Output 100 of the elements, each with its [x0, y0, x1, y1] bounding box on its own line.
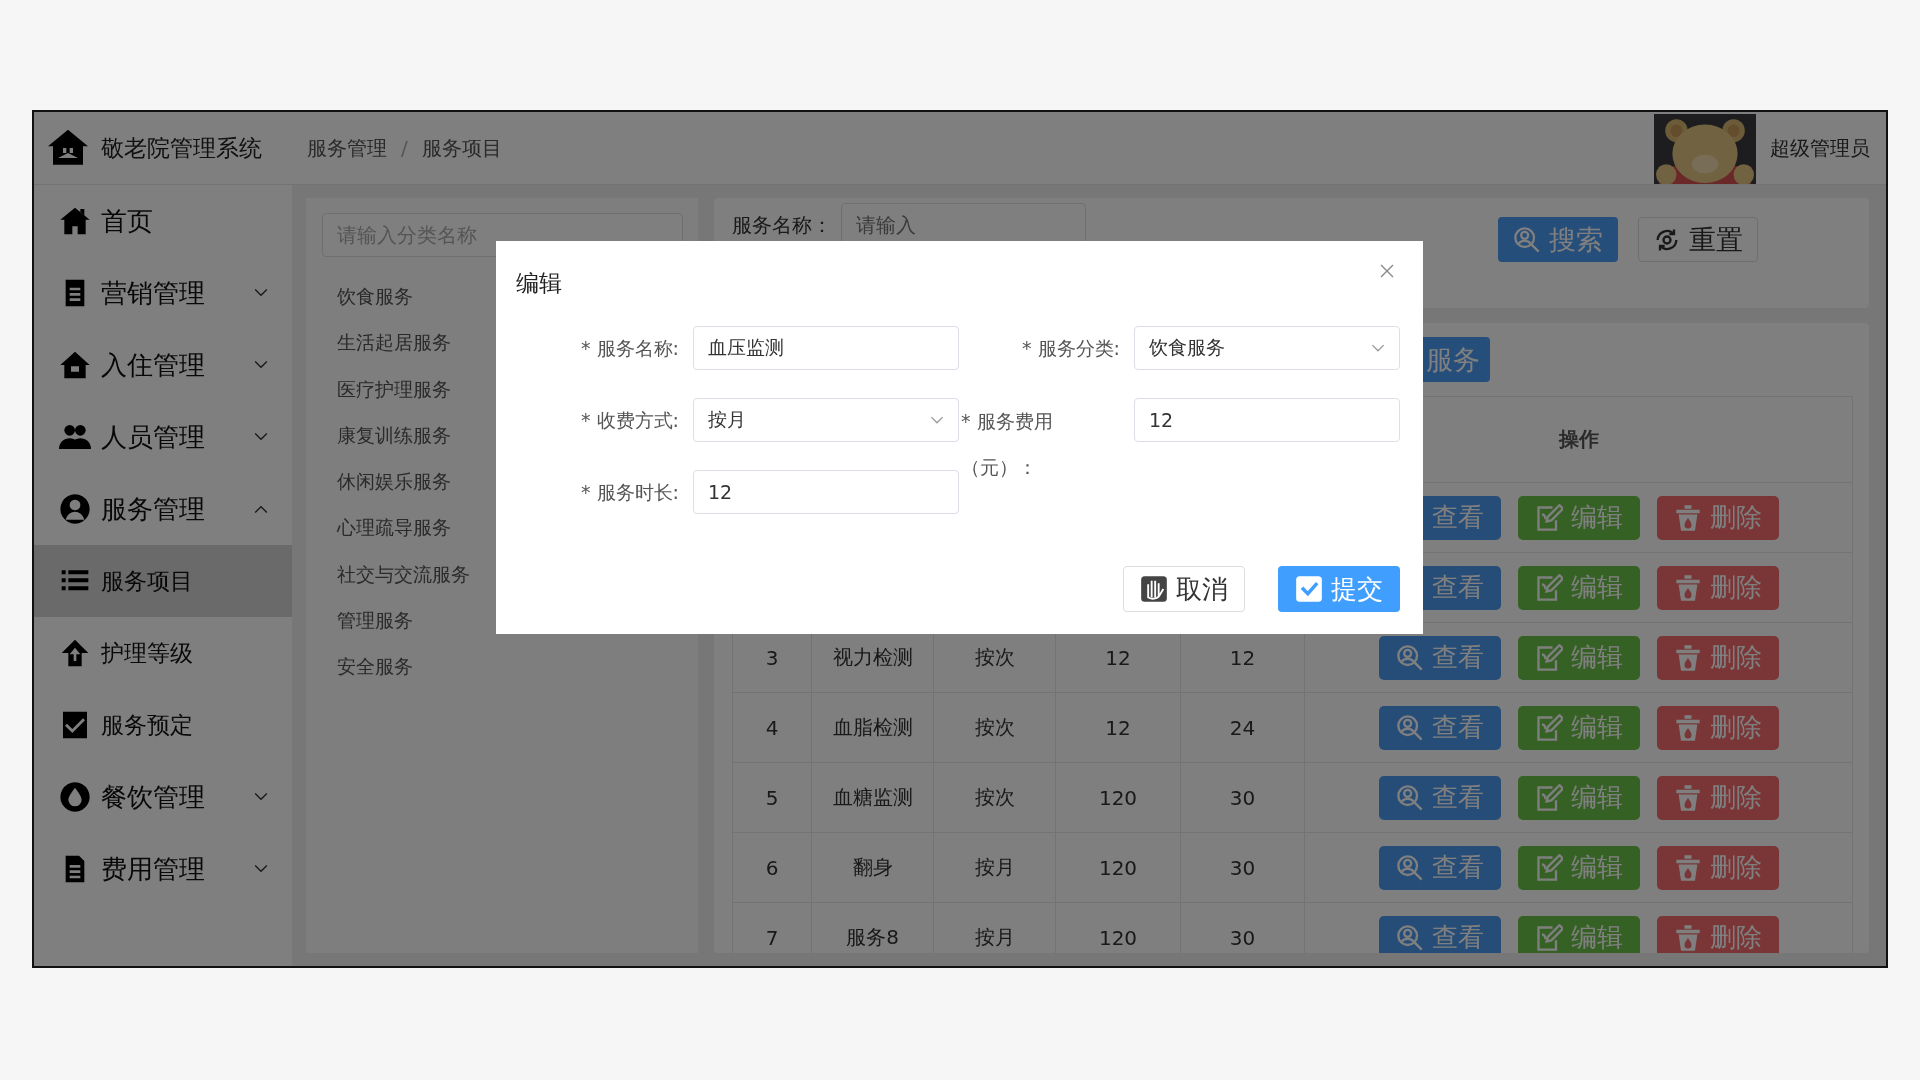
- delete-button[interactable]: 删除: [1656, 845, 1779, 890]
- chevron-down-icon: [1371, 343, 1385, 353]
- view-button[interactable]: 查看: [1378, 775, 1501, 820]
- table-cell: 5: [733, 763, 812, 832]
- user-name[interactable]: 超级管理员: [1770, 134, 1870, 162]
- input-field[interactable]: 血压监测: [693, 326, 959, 370]
- search-icon: [1395, 713, 1424, 742]
- table-cell: 120: [1056, 833, 1181, 902]
- view-button[interactable]: 查看: [1378, 705, 1501, 750]
- house-icon: [59, 349, 91, 381]
- table-cell: 24: [1181, 693, 1305, 762]
- sidebar-item[interactable]: 入住管理: [34, 329, 292, 401]
- field-label: * 收费方式:: [580, 408, 680, 433]
- table-cell: 4: [733, 693, 812, 762]
- trash-icon: [1673, 923, 1702, 952]
- edit-button[interactable]: 编辑: [1517, 705, 1640, 750]
- table-cell: 120: [1056, 763, 1181, 832]
- sidebar-item[interactable]: 营销管理: [34, 257, 292, 329]
- table-cell: 120: [1056, 903, 1181, 953]
- trash-icon: [1673, 713, 1702, 742]
- category-item[interactable]: 安全服务: [337, 643, 682, 690]
- table-cell: 服务8: [812, 903, 934, 953]
- cancel-button[interactable]: 取消: [1123, 566, 1245, 612]
- search-icon: [1395, 643, 1424, 672]
- edit-icon: [1534, 503, 1563, 532]
- sidebar-subitem[interactable]: 服务预定: [34, 689, 292, 761]
- input-field[interactable]: 12: [693, 470, 959, 514]
- sidebar-item[interactable]: 服务管理: [34, 473, 292, 545]
- search-icon: [1395, 923, 1424, 952]
- edit-icon: [1534, 923, 1563, 952]
- edit-icon: [1534, 573, 1563, 602]
- breadcrumb-link[interactable]: 服务管理: [307, 134, 387, 162]
- table-cell: 按月: [934, 833, 1056, 902]
- drop-icon: [59, 781, 91, 813]
- search-label: 服务名称：: [732, 212, 833, 239]
- edit-icon: [1534, 853, 1563, 882]
- search-button[interactable]: 搜索: [1498, 217, 1618, 262]
- trash-icon: [1673, 643, 1702, 672]
- input-field[interactable]: 12: [1134, 398, 1400, 442]
- view-button[interactable]: 查看: [1378, 635, 1501, 680]
- table-cell: 按月: [934, 903, 1056, 953]
- trash-icon: [1673, 853, 1702, 882]
- table-cell: 12: [1056, 693, 1181, 762]
- table-cell: 翻身: [812, 833, 934, 902]
- chevron-down-icon: [930, 415, 944, 425]
- edit-icon: [1534, 713, 1563, 742]
- breadcrumb-separator: /: [401, 136, 408, 160]
- field-label: * 服务分类:: [1021, 336, 1121, 361]
- select-field[interactable]: 按月: [693, 398, 959, 442]
- app-title: 敬老院管理系统: [101, 133, 262, 163]
- column-header: 操作: [1557, 426, 1600, 453]
- close-icon[interactable]: [1379, 262, 1395, 279]
- field-label: * 服务名称:: [580, 336, 680, 361]
- hand-icon: [1140, 575, 1168, 603]
- edit-button[interactable]: 编辑: [1517, 635, 1640, 680]
- view-button[interactable]: 查看: [1378, 915, 1501, 953]
- sidebar-item[interactable]: 费用管理: [34, 833, 292, 905]
- home-icon: [59, 205, 91, 237]
- delete-button[interactable]: 删除: [1656, 495, 1779, 540]
- select-field[interactable]: 饮食服务: [1134, 326, 1400, 370]
- delete-button[interactable]: 删除: [1656, 565, 1779, 610]
- sidebar-subitem[interactable]: 护理等级: [34, 617, 292, 689]
- edit-button[interactable]: 编辑: [1517, 775, 1640, 820]
- view-button[interactable]: 查看: [1378, 845, 1501, 890]
- edit-button[interactable]: 编辑: [1517, 845, 1640, 890]
- table-cell: 血脂检测: [812, 693, 934, 762]
- field-label: * 服务时长:: [580, 480, 680, 505]
- table-cell: 6: [733, 833, 812, 902]
- table-cell: 按次: [934, 693, 1056, 762]
- search-icon: [1395, 783, 1424, 812]
- field-label: * 服务费用（元）：: [960, 409, 1054, 480]
- submit-button[interactable]: 提交: [1278, 566, 1400, 612]
- edit-button[interactable]: 编辑: [1517, 565, 1640, 610]
- sidebar-item[interactable]: 餐饮管理: [34, 761, 292, 833]
- edit-button[interactable]: 编辑: [1517, 495, 1640, 540]
- search-icon: [1513, 225, 1541, 254]
- delete-button[interactable]: 删除: [1656, 775, 1779, 820]
- delete-button[interactable]: 删除: [1656, 915, 1779, 953]
- table-cell: 30: [1181, 763, 1305, 832]
- trash-icon: [1673, 503, 1702, 532]
- dialog-title: 编辑: [516, 268, 562, 298]
- check-icon: [1295, 575, 1323, 603]
- person-icon: [59, 493, 91, 525]
- delete-button[interactable]: 删除: [1656, 635, 1779, 680]
- edit-button[interactable]: 编辑: [1517, 915, 1640, 953]
- edit-icon: [1534, 783, 1563, 812]
- table-cell: 按次: [934, 763, 1056, 832]
- arrow-house-icon: [59, 637, 91, 669]
- sidebar-item[interactable]: 首页: [34, 185, 292, 257]
- table-cell: 血糖监测: [812, 763, 934, 832]
- trash-icon: [1673, 783, 1702, 812]
- search-icon: [1395, 853, 1424, 882]
- sidebar-item[interactable]: 人员管理: [34, 401, 292, 473]
- sidebar-subitem[interactable]: 服务项目: [34, 545, 292, 617]
- trash-icon: [1673, 573, 1702, 602]
- table-cell: 30: [1181, 903, 1305, 953]
- reset-button[interactable]: 重置: [1638, 217, 1758, 262]
- breadcrumb-link[interactable]: 服务项目: [421, 134, 502, 162]
- edit-icon: [1534, 643, 1563, 672]
- delete-button[interactable]: 删除: [1656, 705, 1779, 750]
